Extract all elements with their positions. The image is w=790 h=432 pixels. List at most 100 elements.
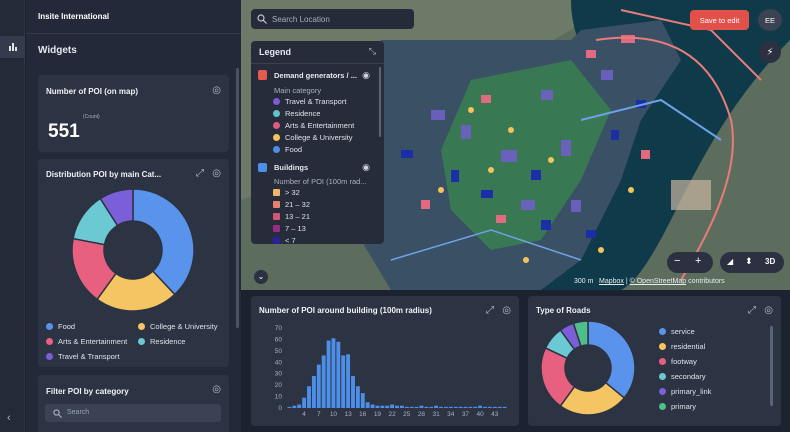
histogram-bar[interactable] — [287, 406, 292, 408]
histogram-bar[interactable] — [468, 406, 473, 408]
legend-swatch — [138, 323, 145, 330]
legend-item-service[interactable]: service — [659, 327, 695, 336]
histogram-bar[interactable] — [326, 340, 331, 408]
histogram-bar[interactable] — [458, 406, 463, 408]
eye-icon[interactable]: ◉ — [362, 162, 370, 173]
tilt-icon[interactable]: ◢ — [727, 257, 733, 266]
legend-item-travel-transport[interactable]: Travel & Transport — [273, 97, 346, 106]
histogram-bar[interactable] — [453, 406, 458, 408]
legend-item-21-32[interactable]: 21 – 32 — [273, 200, 310, 209]
histogram-bar[interactable] — [307, 386, 311, 408]
histogram-bar[interactable] — [483, 406, 487, 408]
location-search-input[interactable]: Search Location — [251, 9, 414, 29]
compass-icon[interactable]: ⬍ — [745, 256, 753, 267]
legend-swatch — [659, 403, 666, 410]
histogram-bar[interactable] — [316, 364, 321, 408]
save-to-edit-button[interactable]: Save to edit — [690, 10, 749, 30]
target-icon[interactable]: ◎ — [212, 168, 221, 179]
widgets-title: Widgets — [38, 45, 77, 56]
histogram-bar[interactable] — [434, 405, 439, 408]
legend-item-food[interactable]: Food — [46, 322, 75, 331]
3d-toggle-button[interactable]: 3D — [765, 257, 775, 266]
histogram-bar[interactable] — [292, 405, 297, 408]
sidebar-scrollbar[interactable] — [236, 68, 239, 328]
histogram-bar[interactable] — [463, 406, 468, 408]
legend-item-residence[interactable]: Residence — [138, 337, 185, 346]
histogram-bar[interactable] — [487, 406, 492, 408]
target-icon[interactable]: ◎ — [212, 384, 221, 395]
widgets-rail-button[interactable] — [0, 36, 25, 58]
legend-item-arts-entertainment[interactable]: Arts & Entertainment — [273, 121, 354, 130]
legend-item--32[interactable]: > 32 — [273, 188, 300, 197]
legend-item-residence[interactable]: Residence — [273, 109, 320, 118]
histogram-bar[interactable] — [424, 406, 429, 408]
legend-item-footway[interactable]: footway — [659, 357, 697, 366]
legend-item-secondary[interactable]: secondary — [659, 372, 706, 381]
expand-icon[interactable]: ⤢ — [748, 305, 756, 316]
lightning-icon[interactable]: ⚡ — [759, 41, 781, 63]
expand-icon[interactable]: ⤢ — [196, 168, 204, 179]
zoom-out-button[interactable]: − — [674, 255, 680, 267]
legend-item-primary-link[interactable]: primary_link — [659, 387, 711, 396]
histogram-bar[interactable] — [370, 404, 375, 408]
histogram-bar[interactable] — [302, 397, 307, 408]
histogram-bar[interactable] — [429, 406, 434, 408]
filter-search-input[interactable]: Search — [45, 404, 221, 422]
histogram-bar[interactable] — [336, 341, 341, 408]
histogram-bar[interactable] — [341, 355, 346, 408]
legend-item-primary[interactable]: primary — [659, 402, 696, 411]
collapse-chevron-icon[interactable]: ‹ — [7, 412, 11, 424]
histogram-bar[interactable] — [439, 406, 443, 408]
legend-item-13-21[interactable]: 13 – 21 — [273, 212, 310, 221]
donut-slice-service[interactable] — [587, 320, 636, 400]
histogram-bar[interactable] — [414, 406, 419, 408]
histogram-bar[interactable] — [492, 406, 497, 408]
target-icon[interactable]: ◎ — [212, 85, 221, 96]
osm-link[interactable]: © OpenStreetMap — [630, 278, 687, 285]
legend-scrollbar[interactable] — [379, 67, 381, 137]
roads-scrollbar[interactable] — [770, 326, 773, 406]
histogram-bar[interactable] — [321, 355, 326, 408]
expand-icon[interactable]: ⤢ — [486, 305, 494, 316]
histogram-bar[interactable] — [355, 386, 360, 408]
eye-icon[interactable]: ◉ — [362, 70, 370, 81]
mapbox-link[interactable]: Mapbox — [599, 278, 624, 285]
histogram-bar[interactable] — [448, 406, 453, 408]
histogram-bar[interactable] — [443, 406, 448, 408]
histogram-bar[interactable] — [478, 405, 483, 408]
histogram-bar[interactable] — [404, 406, 409, 408]
legend-item-residential[interactable]: residential — [659, 342, 705, 351]
user-avatar[interactable]: EE — [758, 9, 782, 31]
histogram-bar[interactable] — [346, 354, 351, 408]
histogram-bar[interactable] — [419, 405, 424, 408]
histogram-bar[interactable] — [351, 376, 355, 408]
legend-item-7-13[interactable]: 7 – 13 — [273, 224, 306, 233]
legend-item-college-university[interactable]: College & University — [273, 133, 353, 142]
histogram-bar[interactable] — [497, 406, 502, 408]
histogram-bar[interactable] — [390, 404, 395, 408]
chevron-down-icon[interactable]: ⌄ — [254, 270, 268, 284]
target-icon[interactable]: ◎ — [502, 305, 511, 316]
histogram-bar[interactable] — [395, 405, 399, 408]
histogram-bar[interactable] — [473, 406, 478, 408]
target-icon[interactable]: ◎ — [764, 305, 773, 316]
histogram-bar[interactable] — [365, 402, 370, 408]
histogram-bar[interactable] — [409, 406, 414, 408]
legend-item-food[interactable]: Food — [273, 145, 302, 154]
collapse-icon[interactable]: ⤡ — [369, 46, 376, 57]
histogram-bar[interactable] — [399, 405, 404, 408]
histogram-bar[interactable] — [385, 405, 390, 408]
legend-item--7[interactable]: < 7 — [273, 236, 296, 244]
histogram-bar[interactable] — [375, 405, 380, 408]
legend-item-college-university[interactable]: College & University — [138, 322, 218, 331]
legend-item-travel-transport[interactable]: Travel & Transport — [46, 352, 119, 361]
legend-item-arts-entertainment[interactable]: Arts & Entertainment — [46, 337, 127, 346]
map-attribution: Mapbox | © OpenStreetMap contributors — [599, 278, 725, 285]
zoom-in-button[interactable]: + — [695, 255, 701, 267]
histogram-bar[interactable] — [297, 404, 302, 408]
histogram-bar[interactable] — [502, 406, 507, 408]
histogram-bar[interactable] — [311, 376, 316, 408]
histogram-bar[interactable] — [331, 338, 336, 408]
histogram-bar[interactable] — [380, 405, 385, 408]
histogram-bar[interactable] — [360, 393, 365, 408]
